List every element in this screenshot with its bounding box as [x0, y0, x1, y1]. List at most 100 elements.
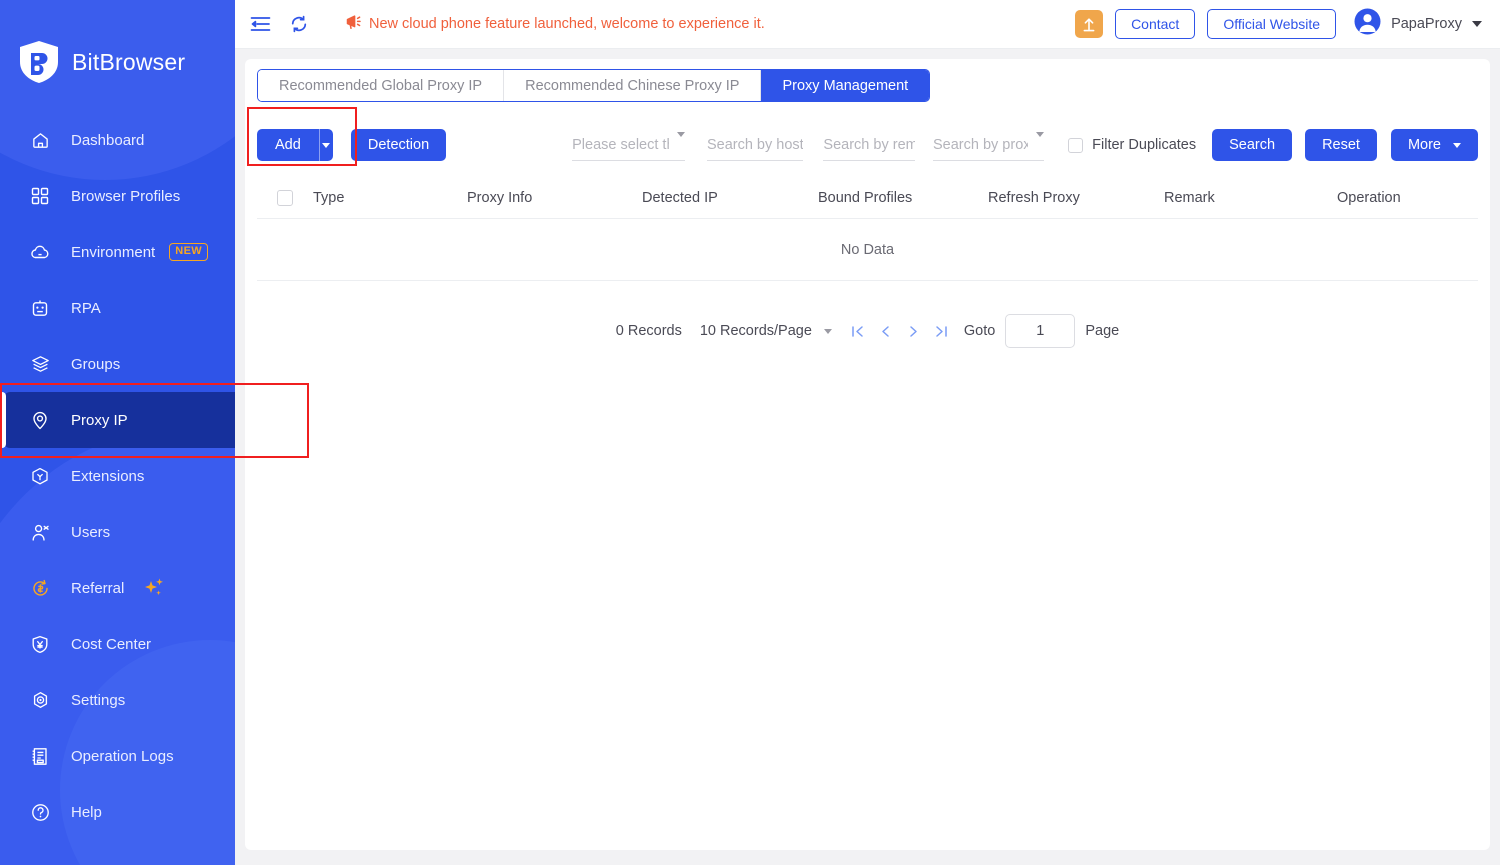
sidebar-item-label: Environment [71, 243, 156, 261]
user-menu[interactable]: PapaProxy [1354, 8, 1482, 40]
status-badge-new: NEW [169, 243, 209, 261]
page-size-select[interactable]: 10 Records/Page [700, 323, 832, 339]
search-remark-placeholder: Search by remark [823, 136, 915, 153]
sidebar-item-cost-center[interactable]: Cost Center [0, 616, 235, 672]
chevron-down-icon [1028, 131, 1045, 153]
column-header-bound-profiles[interactable]: Bound Profiles [818, 190, 988, 206]
cloud-icon [30, 242, 50, 262]
main-content: Recommended Global Proxy IP Recommended … [235, 49, 1500, 865]
tab-recommended-global-proxy-ip[interactable]: Recommended Global Proxy IP [258, 70, 505, 101]
announcement-text: New cloud phone feature launched, welcom… [369, 16, 765, 32]
announcement-banner[interactable]: New cloud phone feature launched, welcom… [346, 14, 765, 34]
location-pin-icon [30, 410, 50, 430]
sidebar-item-operation-logs[interactable]: Operation Logs [0, 728, 235, 784]
page-size-label: 10 Records/Page [699, 323, 812, 339]
sidebar-item-label: Groups [71, 355, 121, 373]
checkbox-box [277, 189, 293, 206]
table-empty-state: No Data [257, 219, 1478, 281]
sidebar-item-proxy-ip[interactable]: Proxy IP [0, 392, 235, 448]
proxy-type-select[interactable]: Please select th [572, 129, 685, 161]
column-header-type[interactable]: Type [313, 190, 467, 206]
sidebar-item-settings[interactable]: Settings [0, 672, 235, 728]
sidebar-item-label: Browser Profiles [71, 187, 181, 205]
question-circle-icon [30, 802, 50, 822]
more-button-label: More [1407, 137, 1441, 153]
search-host-input[interactable]: Search by host [706, 129, 804, 161]
pagination-arrows [848, 320, 952, 342]
records-count-label: 0 Records [615, 323, 682, 339]
sidebar-item-label: Proxy IP [71, 411, 128, 429]
brand-logo[interactable]: BitBrowser [0, 0, 235, 92]
chevron-down-icon [823, 328, 832, 334]
sidebar-item-environment[interactable]: Environment NEW [0, 224, 235, 280]
tab-bar: Recommended Global Proxy IP Recommended … [257, 69, 931, 102]
column-header-proxy-info[interactable]: Proxy Info [467, 190, 642, 206]
username-label: PapaProxy [1391, 16, 1462, 32]
sidebar-item-label: Settings [71, 691, 126, 709]
tab-proxy-management[interactable]: Proxy Management [761, 70, 930, 101]
sidebar-nav: Dashboard Browser Profiles Environment N… [0, 112, 235, 840]
collapse-sidebar-icon[interactable] [248, 12, 272, 36]
first-page-icon[interactable] [848, 320, 868, 342]
last-page-icon[interactable] [932, 320, 952, 342]
sidebar: BitBrowser Dashboard Browser Profiles En… [0, 0, 235, 865]
search-proxy-select[interactable]: Search by proxy [932, 129, 1045, 161]
sidebar-item-label: Help [71, 803, 102, 821]
gear-icon [30, 690, 50, 710]
sidebar-item-label: Dashboard [71, 131, 145, 149]
sidebar-item-dashboard[interactable]: Dashboard [0, 112, 235, 168]
more-button[interactable]: More [1390, 129, 1478, 161]
user-avatar-icon [1354, 8, 1381, 40]
sidebar-item-label: Referral [71, 579, 125, 597]
detection-button[interactable]: Detection [350, 129, 447, 161]
top-header: New cloud phone feature launched, welcom… [235, 0, 1500, 49]
sidebar-item-label: RPA [71, 299, 101, 317]
sidebar-item-users[interactable]: Users [0, 504, 235, 560]
app-root: BitBrowser Dashboard Browser Profiles En… [0, 0, 1500, 865]
contact-button[interactable]: Contact [1115, 9, 1196, 39]
sidebar-item-referral[interactable]: Referral [0, 560, 235, 616]
goto-label: Goto [963, 323, 996, 339]
header-right-group: Contact Official Website PapaProxy [1075, 8, 1500, 40]
chevron-down-icon [322, 142, 331, 148]
column-header-remark[interactable]: Remark [1164, 190, 1337, 206]
add-button[interactable]: Add [257, 129, 319, 161]
home-icon [30, 130, 50, 150]
toolbar: Add Detection Please select th Search by… [257, 121, 1478, 169]
cube-icon [30, 466, 50, 486]
chevron-down-icon [1472, 21, 1482, 27]
filter-duplicates-checkbox[interactable]: Filter Duplicates [1068, 137, 1196, 153]
pagination: 0 Records 10 Records/Page Goto 1 Page [245, 314, 1490, 348]
column-header-refresh-proxy[interactable]: Refresh Proxy [988, 190, 1164, 206]
search-button[interactable]: Search [1212, 129, 1293, 161]
checkbox-box [1068, 137, 1084, 153]
next-page-icon[interactable] [904, 320, 924, 342]
add-dropdown-toggle[interactable] [319, 129, 333, 161]
reset-button[interactable]: Reset [1305, 129, 1377, 161]
column-header-detected-ip[interactable]: Detected IP [642, 190, 818, 206]
goto-page-input[interactable] [1005, 314, 1076, 348]
robot-icon [30, 298, 50, 318]
sidebar-item-rpa[interactable]: RPA [0, 280, 235, 336]
tab-recommended-chinese-proxy-ip[interactable]: Recommended Chinese Proxy IP [504, 70, 762, 101]
filter-duplicates-label: Filter Duplicates [1092, 137, 1197, 153]
official-website-button[interactable]: Official Website [1207, 9, 1337, 39]
proxy-type-placeholder: Please select th [572, 136, 669, 153]
upload-icon[interactable] [1075, 10, 1104, 38]
search-remark-input[interactable]: Search by remark [823, 129, 915, 161]
proxy-management-panel: Recommended Global Proxy IP Recommended … [245, 59, 1490, 850]
sidebar-item-browser-profiles[interactable]: Browser Profiles [0, 168, 235, 224]
search-host-placeholder: Search by host [706, 136, 804, 153]
chevron-down-icon [1453, 142, 1461, 148]
sidebar-item-groups[interactable]: Groups [0, 336, 235, 392]
sidebar-item-label: Operation Logs [71, 747, 174, 765]
shield-yen-icon [30, 634, 50, 654]
sidebar-item-label: Cost Center [71, 635, 152, 653]
refresh-icon[interactable] [287, 12, 311, 36]
sidebar-item-extensions[interactable]: Extensions [0, 448, 235, 504]
prev-page-icon[interactable] [876, 320, 896, 342]
sidebar-item-help[interactable]: Help [0, 784, 235, 840]
select-all-checkbox[interactable] [257, 189, 313, 206]
sidebar-item-label: Users [71, 523, 111, 541]
users-icon [30, 522, 50, 542]
